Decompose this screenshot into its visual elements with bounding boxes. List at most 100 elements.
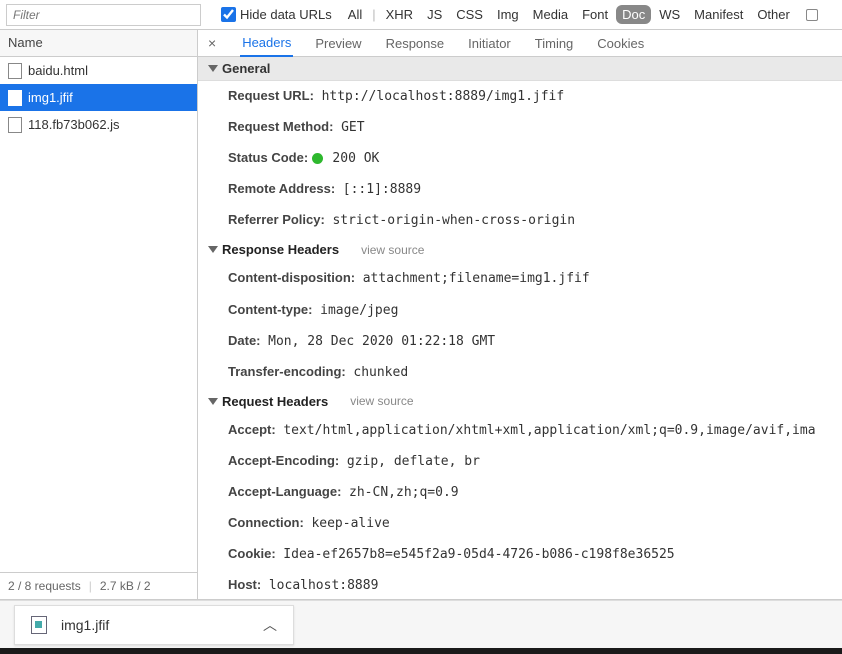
close-icon[interactable]: ×	[202, 35, 222, 51]
header-key: Transfer-encoding:	[228, 364, 346, 379]
triangle-down-icon	[208, 65, 218, 72]
filter-toolbar: Hide data URLs All | XHRJSCSSImgMediaFontD…	[0, 0, 842, 30]
section-header[interactable]: Request Headers view source	[198, 388, 842, 415]
header-row: Referrer Policy: strict-origin-when-cros…	[198, 205, 842, 236]
triangle-down-icon	[208, 398, 218, 405]
tab-initiator[interactable]: Initiator	[466, 30, 513, 57]
section-header[interactable]: General	[198, 57, 842, 81]
tab-response[interactable]: Response	[384, 30, 447, 57]
header-key: Content-type:	[228, 302, 313, 317]
header-value: http://localhost:8889/img1.jfif	[322, 89, 565, 104]
filter-input[interactable]	[6, 4, 201, 26]
type-filter-xhr[interactable]: XHR	[380, 5, 419, 24]
file-list: baidu.html img1.jfif 118.fb73b062.js	[0, 57, 197, 572]
header-row: Transfer-encoding: chunked	[198, 357, 842, 388]
header-row: Content-type: image/jpeg	[198, 295, 842, 326]
header-value: keep-alive	[311, 516, 389, 531]
file-name: baidu.html	[28, 63, 88, 78]
type-filter-manifest[interactable]: Manifest	[688, 5, 749, 24]
request-list-pane: Name baidu.htmlimg1.jfif118.fb73b062.js …	[0, 30, 198, 599]
download-item[interactable]: img1.jfif ︿	[14, 605, 294, 645]
detail-pane: × Headers Preview Response Initiator Timing C…	[198, 30, 842, 599]
header-value: GET	[341, 120, 364, 135]
header-key: Date:	[228, 333, 261, 348]
type-filter-js[interactable]: JS	[421, 5, 448, 24]
triangle-down-icon	[208, 246, 218, 253]
header-value: text/html,application/xhtml+xml,applicat…	[283, 423, 815, 438]
section-header[interactable]: Response Headers view source	[198, 236, 842, 263]
type-filter-css[interactable]: CSS	[450, 5, 489, 24]
header-key: Remote Address:	[228, 181, 335, 196]
file-name: 118.fb73b062.js	[28, 117, 120, 132]
header-value: zh-CN,zh;q=0.9	[349, 485, 459, 500]
header-key: Connection:	[228, 515, 304, 530]
file-icon	[8, 117, 22, 133]
header-key: Host:	[228, 577, 261, 592]
section-title: Request Headers	[222, 394, 328, 409]
partial-box-icon	[806, 9, 818, 21]
header-value: strict-origin-when-cross-origin	[332, 213, 575, 228]
view-source-link[interactable]: view source	[361, 243, 424, 257]
header-value: attachment;filename=img1.jfif	[363, 271, 590, 286]
header-row: Status Code: 200 OK	[198, 143, 842, 174]
download-bar: img1.jfif ︿	[0, 600, 842, 648]
header-key: Status Code:	[228, 150, 308, 165]
status-dot-icon	[312, 153, 323, 164]
hide-data-urls-checkbox[interactable]	[221, 7, 236, 22]
header-row: Cookie: Idea-ef2657b8=e545f2a9-05d4-4726…	[198, 539, 842, 570]
header-value: Mon, 28 Dec 2020 01:22:18 GMT	[268, 334, 495, 349]
type-filter-img[interactable]: Img	[491, 5, 525, 24]
header-value: localhost:8889	[269, 578, 379, 593]
view-source-link[interactable]: view source	[350, 394, 413, 408]
header-value: image/jpeg	[320, 303, 398, 318]
header-key: Accept-Language:	[228, 484, 341, 499]
header-key: Content-disposition:	[228, 270, 355, 285]
header-key: Accept-Encoding:	[228, 453, 339, 468]
header-row: Request URL: http://localhost:8889/img1.…	[198, 81, 842, 112]
header-row: Request Method: GET	[198, 112, 842, 143]
header-key: Referrer Policy:	[228, 212, 325, 227]
type-filter-ws[interactable]: WS	[653, 5, 686, 24]
type-filter-doc[interactable]: Doc	[616, 5, 651, 24]
chevron-up-icon[interactable]: ︿	[263, 615, 277, 635]
type-filter-other[interactable]: Other	[751, 5, 796, 24]
filter-separator: |	[372, 7, 375, 22]
header-value: chunked	[353, 365, 408, 380]
header-key: Request URL:	[228, 88, 314, 103]
detail-body: General Request URL: http://localhost:888…	[198, 57, 842, 599]
header-row: Content-disposition: attachment;filename…	[198, 263, 842, 294]
taskbar-strip	[0, 648, 842, 654]
file-item[interactable]: 118.fb73b062.js	[0, 111, 197, 138]
section-title: Response Headers	[222, 242, 339, 257]
header-row: Date: Mon, 28 Dec 2020 01:22:18 GMT	[198, 326, 842, 357]
header-row: Connection: keep-alive	[198, 508, 842, 539]
file-icon	[8, 90, 22, 106]
type-filter-media[interactable]: Media	[527, 5, 574, 24]
section-title: General	[222, 61, 270, 76]
hide-data-urls-text: Hide data URLs	[240, 7, 332, 22]
tab-headers[interactable]: Headers	[240, 30, 293, 57]
transfer-size: 2.7 kB / 2	[100, 579, 151, 593]
header-row: Accept: text/html,application/xhtml+xml,…	[198, 415, 842, 446]
type-filter-font[interactable]: Font	[576, 5, 614, 24]
file-name: img1.jfif	[28, 90, 73, 105]
header-value: [::1]:8889	[343, 182, 421, 197]
requests-count: 2 / 8 requests	[8, 579, 81, 593]
tab-preview[interactable]: Preview	[313, 30, 363, 57]
tab-timing[interactable]: Timing	[533, 30, 576, 57]
name-column-header[interactable]: Name	[0, 30, 197, 57]
header-key: Request Method:	[228, 119, 333, 134]
file-item[interactable]: img1.jfif	[0, 84, 197, 111]
tab-cookies[interactable]: Cookies	[595, 30, 646, 57]
hide-data-urls-label[interactable]: Hide data URLs	[221, 7, 332, 22]
file-item[interactable]: baidu.html	[0, 57, 197, 84]
file-icon	[8, 63, 22, 79]
file-image-icon	[31, 616, 47, 634]
status-footer: 2 / 8 requests | 2.7 kB / 2	[0, 572, 197, 599]
type-filter-all[interactable]: All	[342, 5, 368, 24]
header-key: Accept:	[228, 422, 276, 437]
detail-tabs: × Headers Preview Response Initiator Timing C…	[198, 30, 842, 57]
download-filename: img1.jfif	[61, 617, 109, 633]
type-filter-group: All | XHRJSCSSImgMediaFontDocWSManifestOth…	[342, 5, 796, 24]
header-value: gzip, deflate, br	[347, 454, 480, 469]
